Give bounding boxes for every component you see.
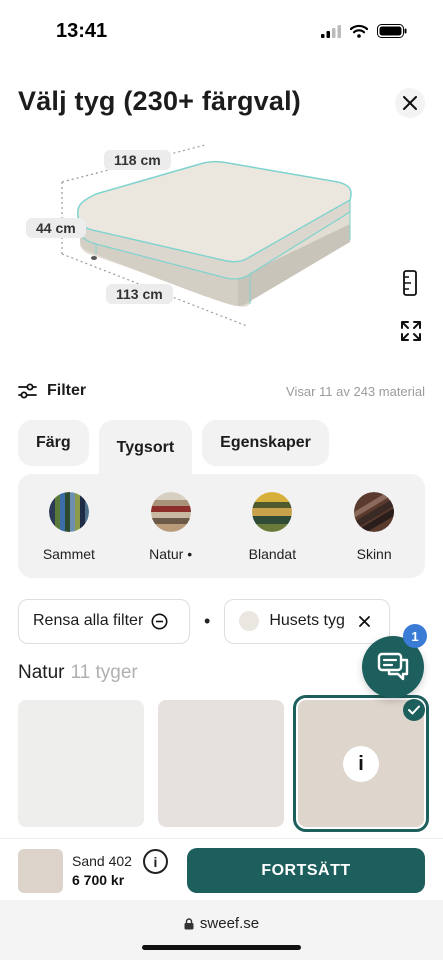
section-title: Natur (18, 662, 65, 683)
fabric-swatch[interactable] (158, 700, 284, 827)
fabric-type-blandat[interactable]: Blandat (232, 492, 312, 562)
page-title: Välj tyg (230+ färgval) (18, 86, 301, 116)
tab-farg[interactable]: Färg (18, 420, 89, 466)
sliders-icon (18, 383, 37, 399)
browser-url-bar: sweef.se (0, 900, 443, 960)
filter-row: Filter Visar 11 av 243 material (18, 378, 425, 404)
filter-tabs: Färg Tygsort Egenskaper (18, 420, 329, 476)
selection-info-button[interactable]: i (143, 849, 168, 874)
clear-filters-label: Rensa alla filter (33, 612, 144, 629)
fabric-swatch-selected[interactable]: i (293, 695, 429, 832)
velvet-swatch-icon (48, 492, 89, 532)
status-bar: 13:41 (0, 0, 443, 64)
height-dimension-label: 44 cm (26, 218, 86, 238)
chat-icon (377, 652, 409, 681)
fabric-type-sammet[interactable]: Sammet (29, 492, 109, 562)
close-icon (403, 96, 417, 110)
minus-circle-icon (151, 613, 168, 629)
fabric-type-label: Sammet (42, 546, 95, 562)
product-preview: 118 cm 44 cm 113 cm (0, 130, 443, 360)
fullscreen-button[interactable] (400, 320, 422, 347)
leather-swatch-icon (354, 492, 395, 532)
fabric-grid: i (18, 695, 429, 832)
ottoman-illustration (61, 144, 352, 327)
fabric-swatch[interactable] (18, 700, 144, 827)
fabric-type-natur[interactable]: Natur • (131, 492, 211, 562)
filter-chip-label: Husets tyg (269, 612, 345, 629)
chat-notification-badge: 1 (403, 624, 427, 648)
selected-fabric-swatch (18, 849, 63, 893)
close-button[interactable] (395, 88, 425, 118)
selected-fabric-price: 6 700 kr (72, 872, 125, 888)
selected-fabric-name: Sand 402 (72, 853, 132, 869)
battery-icon (377, 24, 407, 38)
section-count: 11 tyger (70, 662, 138, 683)
natural-swatch-icon (150, 492, 191, 532)
tab-egenskaper[interactable]: Egenskaper (202, 420, 329, 466)
remove-filter-icon[interactable] (359, 615, 370, 627)
url-display[interactable]: sweef.se (0, 915, 443, 932)
mixed-swatch-icon (252, 492, 293, 532)
wifi-icon (350, 24, 368, 38)
filter-label: Filter (47, 382, 87, 399)
ruler-icon (403, 270, 417, 296)
lock-icon (184, 917, 194, 929)
filter-button[interactable]: Filter (18, 382, 86, 400)
clear-filters-button[interactable]: Rensa alla filter (18, 598, 190, 644)
fabric-type-label: Blandat (248, 546, 297, 562)
home-indicator (142, 945, 301, 950)
tab-tygsort[interactable]: Tygsort (98, 420, 193, 476)
chip-separator: • (204, 610, 211, 631)
fabric-type-label: Natur • (149, 546, 193, 562)
url-text: sweef.se (199, 915, 260, 932)
check-icon (403, 699, 425, 721)
expand-icon (401, 321, 421, 341)
fabric-info-button[interactable]: i (343, 746, 379, 782)
fabric-type-label: Skinn (356, 546, 392, 562)
width-dimension-label: 118 cm (104, 150, 171, 170)
continue-button[interactable]: FORTSÄTT (187, 848, 425, 893)
depth-dimension-label: 113 cm (106, 284, 173, 304)
bottom-action-bar: Sand 402 6 700 kr i FORTSÄTT (0, 838, 443, 900)
result-count: Visar 11 av 243 material (286, 383, 425, 399)
measure-button[interactable] (403, 270, 417, 301)
fabric-type-skinn[interactable]: Skinn (334, 492, 414, 562)
status-time: 13:41 (56, 20, 108, 42)
active-filters: Rensa alla filter • Husets tyg (18, 598, 425, 644)
signal-icon (321, 24, 341, 38)
husets-tyg-swatch (239, 611, 260, 631)
filter-chip-husets-tyg[interactable]: Husets tyg (224, 598, 391, 644)
status-icons (321, 24, 407, 38)
fabric-type-panel: Sammet Natur • Blandat Skinn (18, 474, 425, 578)
section-heading: Natur 11 tyger (18, 662, 138, 684)
